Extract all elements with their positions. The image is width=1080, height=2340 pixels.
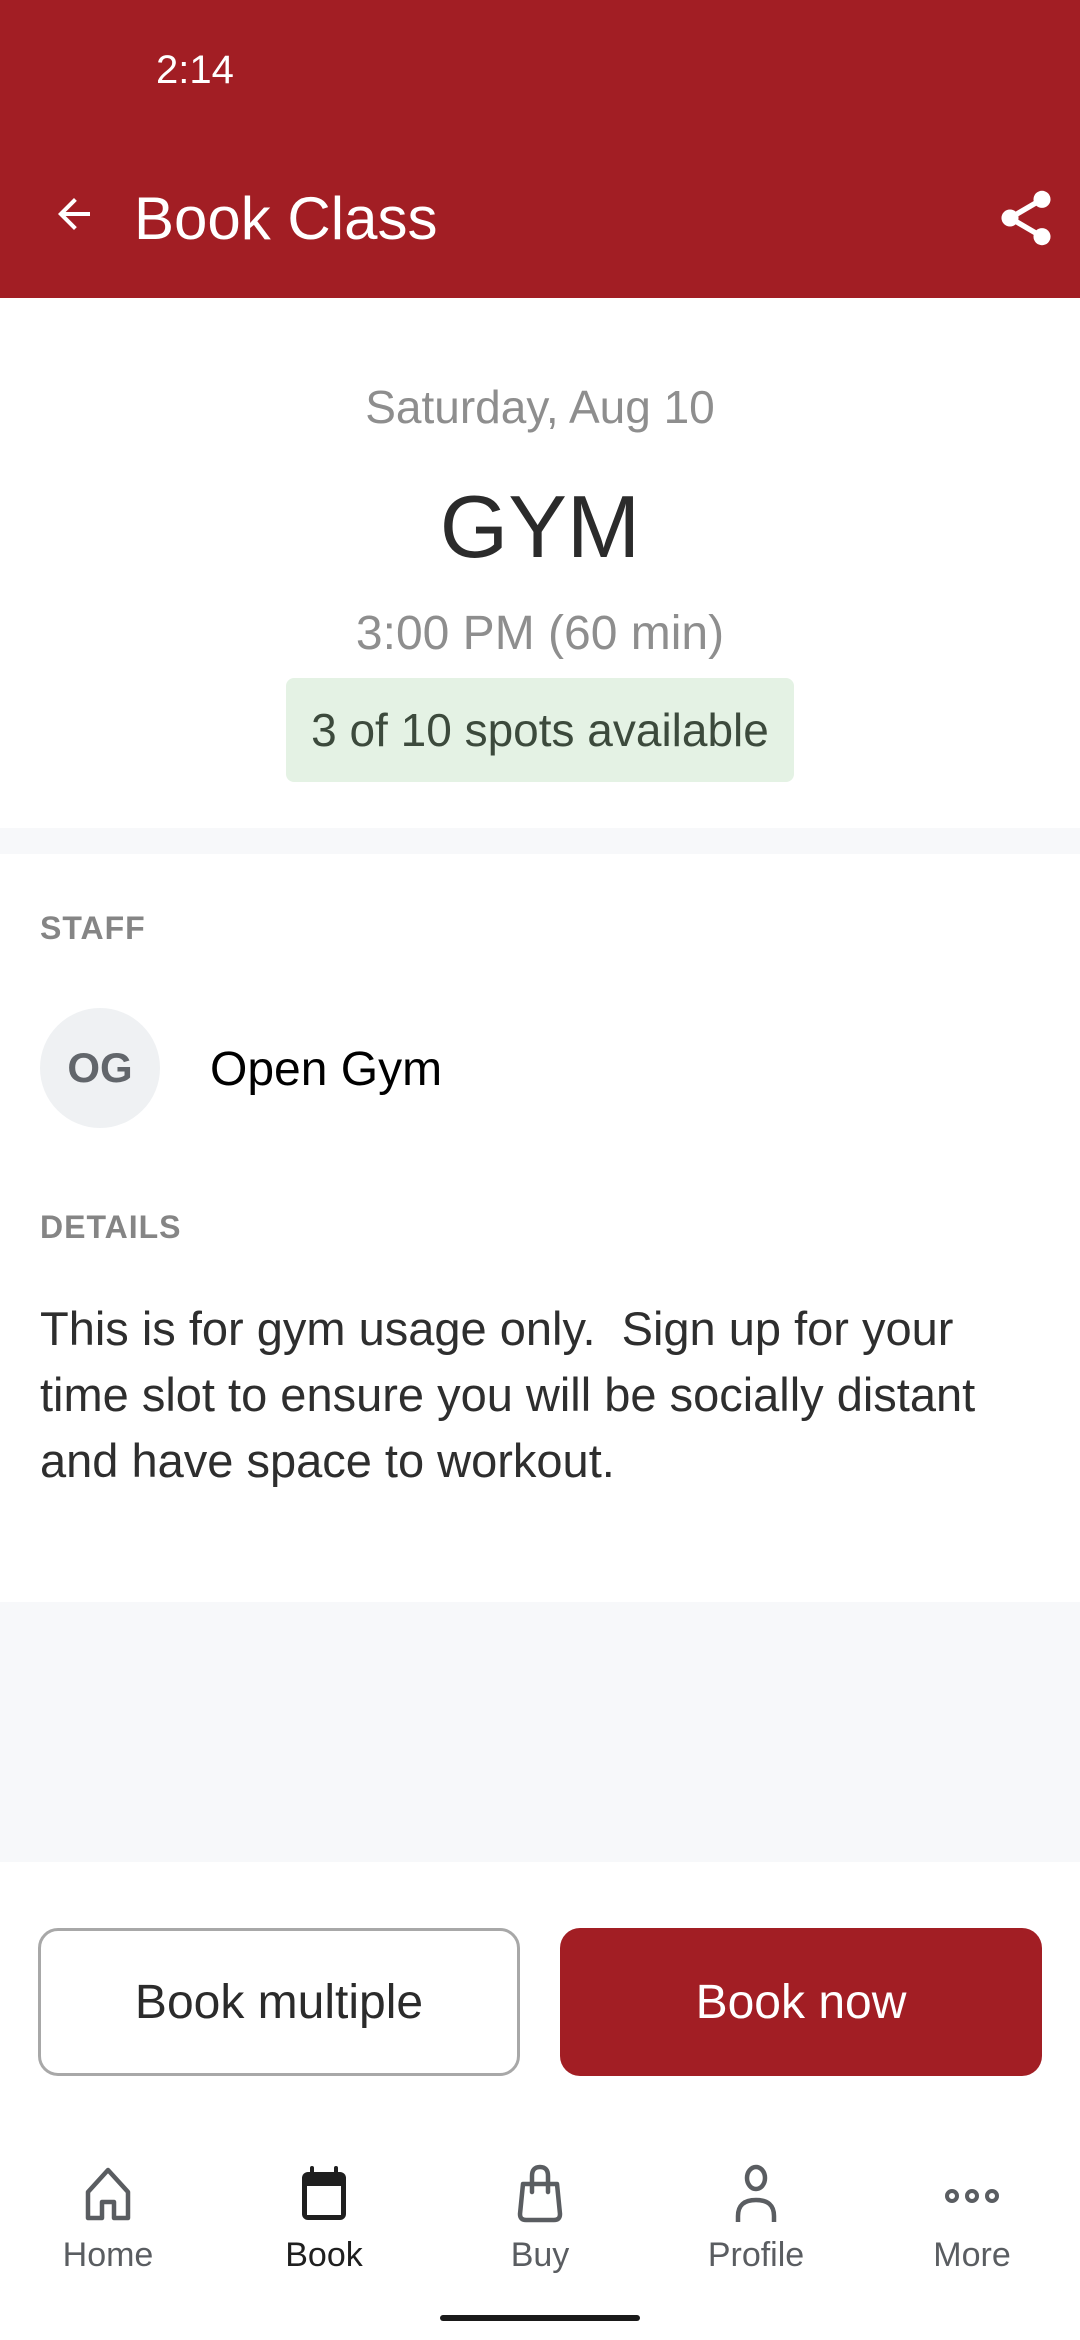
tab-more[interactable]: More bbox=[864, 2150, 1080, 2280]
home-indicator[interactable] bbox=[440, 2315, 640, 2321]
tab-label: Profile bbox=[707, 2236, 805, 2274]
page-title: Book Class bbox=[134, 185, 438, 252]
calendar-icon bbox=[302, 2166, 346, 2220]
bottom-tab-bar: Home Book Buy Profile More bbox=[0, 2150, 1080, 2280]
staff-item[interactable]: OG Open Gym bbox=[40, 1008, 1040, 1130]
back-button[interactable] bbox=[40, 180, 108, 248]
empty-space bbox=[0, 1602, 1080, 1862]
home-icon bbox=[85, 2167, 131, 2221]
share-button[interactable] bbox=[986, 178, 1066, 258]
status-time: 2:14 bbox=[156, 48, 234, 92]
staff-name: Open Gym bbox=[210, 1043, 443, 1096]
arrow-left-icon bbox=[58, 198, 90, 230]
tab-profile[interactable]: Profile bbox=[648, 2150, 864, 2280]
status-bar: 2:14 bbox=[0, 0, 1080, 140]
tab-label: Home bbox=[62, 2236, 154, 2274]
tab-label: More bbox=[933, 2236, 1011, 2274]
tab-book[interactable]: Book bbox=[216, 2150, 432, 2280]
spots-available-badge: 3 of 10 spots available bbox=[286, 678, 794, 782]
tab-home[interactable]: Home bbox=[0, 2150, 216, 2280]
class-name: GYM bbox=[439, 477, 641, 576]
share-icon bbox=[1001, 190, 1051, 246]
book-multiple-button[interactable]: Book multiple bbox=[38, 1928, 520, 2076]
app-bar: Book Class bbox=[0, 140, 1080, 298]
class-date: Saturday, Aug 10 bbox=[365, 381, 715, 433]
staff-section-label: STAFF bbox=[40, 910, 146, 946]
tab-label: Buy bbox=[510, 2236, 570, 2274]
section-divider bbox=[0, 828, 1080, 854]
shopping-bag-icon bbox=[517, 2164, 563, 2223]
tab-label: Book bbox=[285, 2236, 363, 2274]
tab-buy[interactable]: Buy bbox=[432, 2150, 648, 2280]
class-summary: Saturday, Aug 10 GYM 3:00 PM (60 min) 3 … bbox=[0, 298, 1080, 828]
more-horizontal-icon bbox=[945, 2189, 999, 2203]
class-description: This is for gym usage only. Sign up for … bbox=[40, 1302, 989, 1487]
person-icon bbox=[735, 2164, 777, 2222]
avatar: OG bbox=[40, 1008, 160, 1128]
details-section-label: DETAILS bbox=[40, 1209, 182, 1245]
book-now-button[interactable]: Book now bbox=[560, 1928, 1042, 2076]
class-time: 3:00 PM (60 min) bbox=[355, 607, 725, 660]
